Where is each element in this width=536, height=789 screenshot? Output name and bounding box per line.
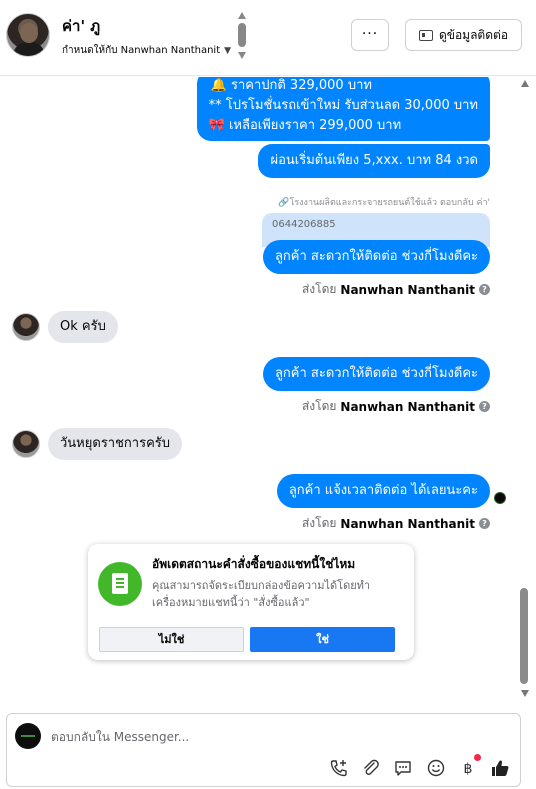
- scroll-down-arrow-icon[interactable]: [238, 52, 246, 59]
- conversation-header: ค่า' ภู กำหนดให้กับ Nanwhan Nanthanit ▼ …: [0, 0, 536, 76]
- sent-by-label: ส่งโดย Nanwhan Nanthanit ?: [302, 397, 490, 416]
- installment-message: ผ่อนเริ่มต้นเพียง 5,xxx. บาท 84 งวด: [258, 144, 490, 178]
- contact-avatar[interactable]: [6, 13, 50, 57]
- incoming-message: Ok ครับ: [48, 311, 118, 343]
- reply-reference[interactable]: 🔗โรงงานผลิตและกระจายรถยนต์ใช้แล้ว ตอบกลั…: [278, 195, 490, 209]
- contact-avatar-small[interactable]: [12, 313, 40, 341]
- assign-dropdown[interactable]: กำหนดให้กับ Nanwhan Nanthanit ▼: [62, 43, 231, 58]
- sent-by-name: Nanwhan Nanthanit: [340, 282, 475, 297]
- sent-by-name: Nanwhan Nanthanit: [340, 399, 475, 414]
- svg-text:฿: ฿: [464, 761, 473, 777]
- paperclip-icon[interactable]: [361, 758, 381, 778]
- page-avatar: [15, 723, 41, 749]
- outgoing-message: ลูกค้า แจ้งเวลาติดต่อ ได้เลยนะคะ: [276, 474, 490, 508]
- no-button[interactable]: ไม่ใช่: [99, 627, 244, 652]
- card-title: อัพเดตสถานะคำสั่งซื้อของแชทนี้ใช่ไหม: [152, 557, 356, 571]
- scroll-up-arrow-icon[interactable]: [521, 80, 529, 87]
- contact-avatar-small[interactable]: [12, 430, 40, 458]
- view-contact-info-button[interactable]: ดูข้อมูลติดต่อ: [405, 19, 522, 51]
- more-options-button[interactable]: ···: [351, 19, 389, 51]
- smiley-icon[interactable]: [426, 758, 446, 778]
- scroll-down-arrow-icon[interactable]: [521, 690, 529, 697]
- sent-by-prefix: ส่งโดย: [301, 282, 337, 296]
- assign-label: กำหนดให้กับ Nanwhan Nanthanit: [62, 45, 221, 56]
- phone-plus-icon[interactable]: [329, 758, 349, 778]
- promo-line-3: 🎀 เหลือเพียงราคา 299,000 บาท: [208, 118, 402, 133]
- sent-by-label: ส่งโดย Nanwhan Nanthanit ?: [302, 514, 490, 533]
- id-card-icon: [418, 29, 433, 41]
- sent-by-label: ส่งโดย Nanwhan Nanthanit ?: [302, 280, 490, 299]
- outgoing-message: ลูกค้า สะดวกให้ติดต่อ ช่วงกี่โมงดีคะ: [262, 240, 490, 274]
- seen-indicator: [494, 492, 506, 504]
- help-icon[interactable]: ?: [479, 401, 490, 412]
- message-composer: ฿: [6, 713, 521, 787]
- caret-down-icon: ▼: [224, 45, 232, 56]
- scroll-thumb[interactable]: [238, 23, 246, 47]
- contact-name[interactable]: ค่า' ภู: [62, 14, 100, 38]
- yes-button[interactable]: ใช่: [250, 627, 395, 652]
- order-status-card: อัพเดตสถานะคำสั่งซื้อของแชทนี้ใช่ไหม คุณ…: [88, 544, 414, 660]
- notification-dot: [474, 754, 481, 761]
- chat-bubble-icon[interactable]: [393, 758, 413, 778]
- thread-scrollbar[interactable]: [518, 80, 532, 700]
- sent-by-prefix: ส่งโดย: [301, 399, 337, 413]
- help-icon[interactable]: ?: [479, 284, 490, 295]
- outgoing-message: ลูกค้า สะดวกให้ติดต่อ ช่วงกี่โมงดีคะ: [262, 357, 490, 391]
- scroll-up-arrow-icon[interactable]: [238, 12, 246, 19]
- incoming-message: วันหยุดราชการครับ: [48, 428, 183, 460]
- view-contact-info-label: ดูข้อมูลติดต่อ: [438, 27, 509, 42]
- header-scrollbar[interactable]: [236, 12, 248, 60]
- promo-line-2: ** โปรโมชั่นรถเข้าใหม่ รับส่วนลด 30,000 …: [208, 98, 478, 113]
- reply-input[interactable]: [51, 727, 491, 747]
- scroll-thumb[interactable]: [520, 588, 528, 684]
- promo-message: 🔔 ราคาปกติ 329,000 บาท ** โปรโมชั่นรถเข้…: [196, 77, 490, 141]
- baht-icon[interactable]: ฿: [458, 758, 478, 778]
- order-document-icon: [98, 562, 142, 606]
- promo-line-1: 🔔 ราคาปกติ 329,000 บาท: [210, 78, 372, 93]
- sent-by-name: Nanwhan Nanthanit: [340, 516, 475, 531]
- sent-by-prefix: ส่งโดย: [301, 516, 337, 530]
- help-icon[interactable]: ?: [479, 518, 490, 529]
- card-description: คุณสามารถจัดระเบียบกล่องข้อความได้โดยทำเ…: [152, 579, 371, 609]
- thumbs-up-icon[interactable]: [490, 758, 510, 778]
